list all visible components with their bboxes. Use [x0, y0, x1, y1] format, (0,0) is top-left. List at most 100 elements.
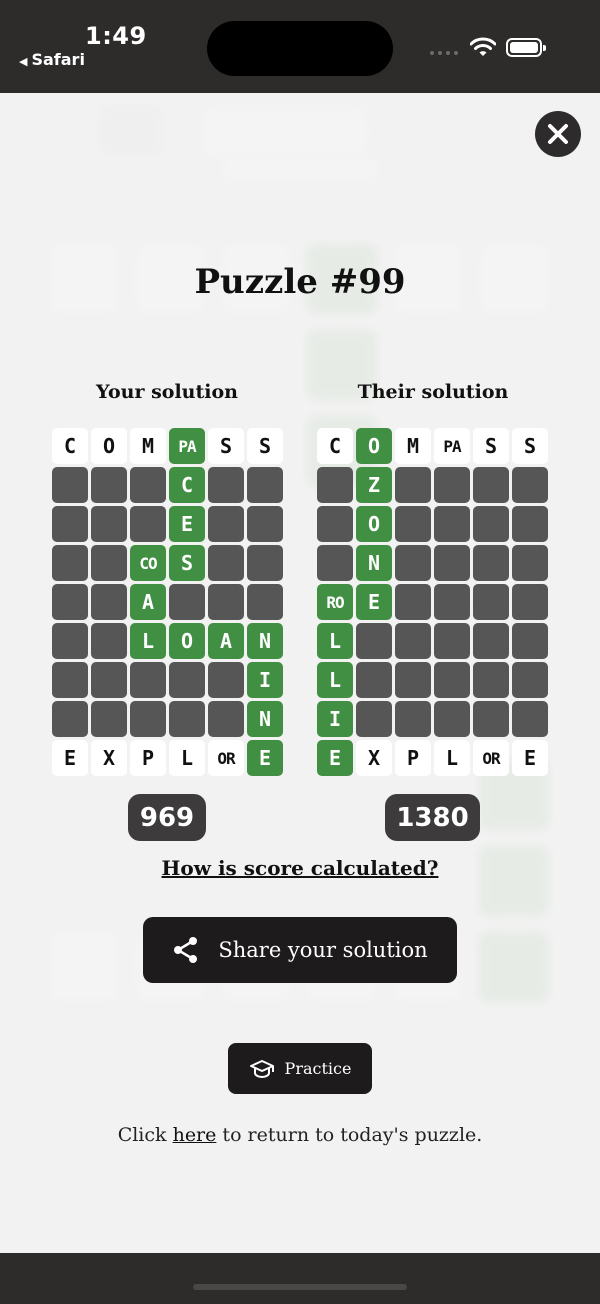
letter-tile: L — [130, 623, 166, 659]
empty-tile — [473, 701, 509, 737]
letter-tile: RO — [317, 584, 353, 620]
letter-tile: E — [169, 506, 205, 542]
empty-tile — [434, 467, 470, 503]
letter-tile: E — [247, 740, 283, 776]
empty-tile — [434, 701, 470, 737]
empty-tile — [434, 545, 470, 581]
empty-tile — [473, 623, 509, 659]
puzzle-title: Puzzle #99 — [194, 262, 406, 302]
graduation-cap-icon — [249, 1059, 274, 1078]
their-solution-grid: C O M PA S S Z O N RO E L L I E X P L OR E — [317, 428, 548, 776]
empty-tile — [247, 584, 283, 620]
battery-icon — [506, 38, 546, 57]
empty-tile — [169, 662, 205, 698]
empty-tile — [317, 506, 353, 542]
letter-tile: I — [317, 701, 353, 737]
home-indicator[interactable] — [193, 1284, 407, 1290]
letter-tile: E — [52, 740, 88, 776]
empty-tile — [247, 545, 283, 581]
empty-tile — [52, 545, 88, 581]
letter-tile: PA — [169, 428, 205, 464]
letter-tile: I — [247, 662, 283, 698]
share-solution-button[interactable]: Share your solution — [143, 917, 457, 983]
empty-tile — [208, 584, 244, 620]
empty-tile — [208, 662, 244, 698]
cellular-signal-icon — [430, 51, 458, 55]
your-solution-grid: C O M PA S S C E CO S A L O A N I N E X P L OR E — [52, 428, 283, 776]
empty-tile — [208, 701, 244, 737]
status-time: 1:49 — [85, 22, 147, 50]
letter-tile: X — [91, 740, 127, 776]
empty-tile — [130, 506, 166, 542]
letter-tile: E — [512, 740, 548, 776]
letter-tile: P — [395, 740, 431, 776]
letter-tile: CO — [130, 545, 166, 581]
empty-tile — [512, 662, 548, 698]
letter-tile: O — [356, 428, 392, 464]
return-to-today-link[interactable]: here — [173, 1124, 217, 1146]
empty-tile — [512, 545, 548, 581]
letter-tile: L — [169, 740, 205, 776]
empty-tile — [395, 623, 431, 659]
empty-tile — [395, 701, 431, 737]
empty-tile — [395, 506, 431, 542]
your-score-badge: 969 — [128, 794, 206, 841]
back-to-safari-link[interactable]: ◀ Safari — [19, 50, 85, 69]
empty-tile — [317, 467, 353, 503]
empty-tile — [52, 467, 88, 503]
empty-tile — [317, 545, 353, 581]
empty-tile — [91, 467, 127, 503]
empty-tile — [473, 506, 509, 542]
empty-tile — [356, 662, 392, 698]
empty-tile — [91, 701, 127, 737]
empty-tile — [169, 701, 205, 737]
empty-tile — [356, 623, 392, 659]
letter-tile: S — [473, 428, 509, 464]
letter-tile: A — [208, 623, 244, 659]
share-button-label: Share your solution — [218, 938, 428, 962]
empty-tile — [91, 506, 127, 542]
letter-tile: A — [130, 584, 166, 620]
letter-tile: E — [317, 740, 353, 776]
letter-tile: OR — [473, 740, 509, 776]
practice-button[interactable]: Practice — [228, 1043, 372, 1094]
empty-tile — [52, 623, 88, 659]
letter-tile: M — [395, 428, 431, 464]
letter-tile: L — [434, 740, 470, 776]
empty-tile — [473, 584, 509, 620]
letter-tile: O — [169, 623, 205, 659]
empty-tile — [247, 467, 283, 503]
your-solution-heading: Your solution — [96, 381, 238, 403]
empty-tile — [356, 701, 392, 737]
return-message: Click here to return to today's puzzle. — [117, 1124, 483, 1146]
letter-tile: M — [130, 428, 166, 464]
empty-tile — [512, 467, 548, 503]
close-button[interactable] — [535, 111, 581, 157]
letter-tile: S — [512, 428, 548, 464]
letter-tile: N — [247, 701, 283, 737]
empty-tile — [512, 584, 548, 620]
letter-tile: C — [52, 428, 88, 464]
letter-tile: C — [169, 467, 205, 503]
wifi-icon — [470, 37, 496, 56]
share-icon — [174, 937, 198, 963]
back-triangle-icon: ◀ — [19, 55, 28, 68]
empty-tile — [52, 701, 88, 737]
letter-tile: O — [91, 428, 127, 464]
letter-tile: Z — [356, 467, 392, 503]
empty-tile — [434, 506, 470, 542]
empty-tile — [208, 467, 244, 503]
their-solution-heading: Their solution — [357, 381, 509, 403]
back-app-label: Safari — [31, 50, 85, 69]
empty-tile — [91, 584, 127, 620]
letter-tile: X — [356, 740, 392, 776]
their-score-badge: 1380 — [385, 794, 480, 841]
letter-tile: S — [247, 428, 283, 464]
empty-tile — [130, 662, 166, 698]
empty-tile — [52, 584, 88, 620]
score-explanation-link[interactable]: How is score calculated? — [0, 856, 600, 880]
empty-tile — [395, 545, 431, 581]
empty-tile — [473, 467, 509, 503]
letter-tile: C — [317, 428, 353, 464]
practice-button-label: Practice — [284, 1059, 352, 1078]
